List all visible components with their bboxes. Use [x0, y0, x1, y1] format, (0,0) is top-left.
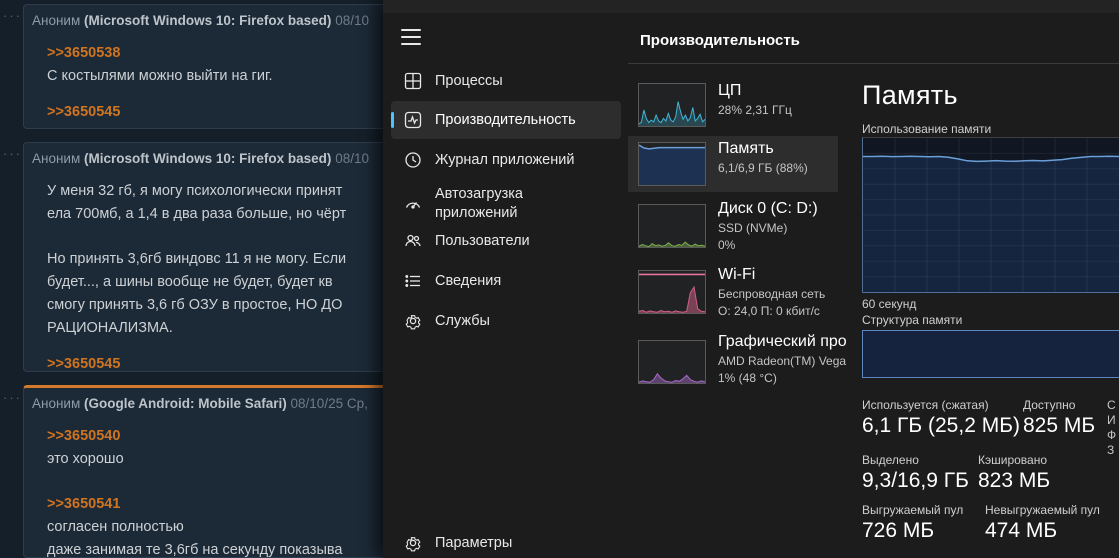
metric-sub: 0% — [718, 238, 818, 252]
sidebar-item-label: Производительность — [435, 111, 576, 130]
metric-title: Память — [718, 140, 808, 158]
details-icon — [404, 272, 422, 290]
metric-sub: Беспроводная сеть — [718, 287, 825, 301]
metric-item-cpu[interactable]: ЦП 28% 2,31 ГГц — [628, 78, 838, 134]
stat-label-available: Доступно — [1023, 398, 1075, 412]
metric-title: ЦП — [718, 82, 792, 100]
app-history-icon — [404, 151, 422, 169]
post-user-agent: (Google Android: Mobile Safari) — [84, 396, 287, 411]
memory-sparkline — [638, 142, 706, 186]
stat-value-available: 825 МБ — [1023, 414, 1095, 438]
metric-sub: 28% 2,31 ГГц — [718, 103, 792, 117]
sidebar-item-label: Службы — [435, 312, 490, 331]
performance-panel-title: Производительность — [640, 32, 800, 49]
post-options-dots[interactable]: ··· — [3, 390, 22, 405]
metric-sub: 6,1/6,9 ГБ (88%) — [718, 161, 808, 175]
metric-item-gpu[interactable]: Графический про AMD Radeon(TM) Vega 1% (… — [628, 329, 838, 391]
stat-label-cached: Кэшировано — [978, 453, 1047, 467]
post-user-agent: (Microsoft Windows 10: Firefox based) — [84, 13, 331, 28]
clipped-right-column: С И Ф З — [1107, 0, 1119, 558]
stat-label-paged-pool: Выгружаемый пул — [862, 503, 963, 517]
stat-value-nonpaged-pool: 474 МБ — [985, 519, 1057, 543]
sidebar-item-services[interactable]: Службы — [391, 302, 621, 340]
sidebar-item-label: Пользователи — [435, 232, 530, 251]
sidebar-item-performance[interactable]: Производительность — [391, 101, 621, 139]
menu-icon[interactable] — [401, 29, 421, 45]
sidebar-item-label: Автозагрузка — [435, 185, 523, 204]
sidebar-item-label-line2: приложений — [435, 204, 523, 223]
sidebar-item-users[interactable]: Пользователи — [391, 222, 621, 260]
stat-label-nonpaged-pool: Невыгружаемый пул — [985, 503, 1100, 517]
memory-usage-chart — [862, 137, 1119, 293]
sidebar-item-label: Параметры — [435, 534, 512, 553]
metric-sub: 1% (48 °C) — [718, 371, 847, 385]
startup-icon — [404, 195, 422, 213]
metric-title: Wi-Fi — [718, 266, 825, 284]
post-author: Аноним — [32, 151, 80, 166]
sidebar-item-settings[interactable]: Параметры — [391, 524, 621, 558]
stat-label-committed: Выделено — [862, 453, 919, 467]
cpu-sparkline — [638, 83, 706, 127]
clipped-label: И — [1107, 413, 1116, 427]
post-options-dots[interactable]: ··· — [3, 146, 22, 161]
gear-icon — [404, 534, 422, 552]
post-author: Аноним — [32, 13, 80, 28]
disk-sparkline — [638, 204, 706, 248]
stat-label-in-use: Используется (сжатая) — [862, 398, 989, 412]
metric-sub: О: 24,0 П: 0 кбит/с — [718, 304, 825, 318]
stat-value-committed: 9,3/16,9 ГБ — [862, 469, 969, 493]
sidebar-item-label: Процессы — [435, 72, 503, 91]
gpu-sparkline — [638, 340, 706, 384]
memory-usage-label: Использование памяти — [862, 122, 991, 136]
sidebar: Процессы Производительность Журнал прило… — [383, 0, 625, 558]
wifi-sparkline — [638, 270, 706, 314]
divider — [628, 63, 1119, 64]
metric-sub: SSD (NVMe) — [718, 221, 818, 235]
chart-timespan-label: 60 секунд — [862, 297, 916, 311]
sidebar-item-label: Сведения — [435, 272, 501, 291]
post-user-agent: (Microsoft Windows 10: Firefox based) — [84, 151, 331, 166]
page-title: Память — [862, 80, 958, 111]
post-date: 08/10 — [335, 151, 369, 166]
sidebar-item-processes[interactable]: Процессы — [391, 62, 621, 100]
screen: ··· Аноним (Microsoft Windows 10: Firefo… — [0, 0, 1119, 558]
sidebar-item-app-history[interactable]: Журнал приложений — [391, 141, 621, 179]
processes-icon — [404, 72, 422, 90]
stat-value-in-use: 6,1 ГБ (25,2 МБ) — [862, 414, 1020, 438]
metric-item-memory[interactable]: Память 6,1/6,9 ГБ (88%) — [628, 136, 838, 192]
post-date: 08/10/25 Ср, — [291, 396, 368, 411]
selected-accent-pill — [391, 112, 394, 128]
stat-value-cached: 823 МБ — [978, 469, 1050, 493]
post-author: Аноним — [32, 396, 80, 411]
services-icon — [404, 312, 422, 330]
post-date: 08/10 — [335, 13, 369, 28]
metric-sub: AMD Radeon(TM) Vega — [718, 354, 847, 368]
stat-value-paged-pool: 726 МБ — [862, 519, 934, 543]
metric-item-disk[interactable]: Диск 0 (C: D:) SSD (NVMe) 0% — [628, 196, 838, 258]
post-options-dots[interactable]: ··· — [3, 8, 22, 23]
clipped-label: С — [1107, 398, 1116, 412]
task-manager-window: Процессы Производительность Журнал прило… — [383, 0, 1119, 558]
sidebar-item-details[interactable]: Сведения — [391, 262, 621, 300]
metric-title: Диск 0 (C: D:) — [718, 200, 818, 218]
sidebar-item-label: Журнал приложений — [435, 151, 574, 170]
clipped-label: Ф — [1107, 428, 1116, 442]
metric-item-wifi[interactable]: Wi-Fi Беспроводная сеть О: 24,0 П: 0 кби… — [628, 262, 838, 324]
metric-title: Графический про — [718, 333, 847, 351]
performance-icon — [404, 111, 422, 129]
memory-composition-label: Структура памяти — [862, 313, 962, 327]
users-icon — [404, 232, 422, 250]
memory-composition-bar[interactable] — [862, 330, 1119, 378]
clipped-label: З — [1107, 443, 1114, 457]
